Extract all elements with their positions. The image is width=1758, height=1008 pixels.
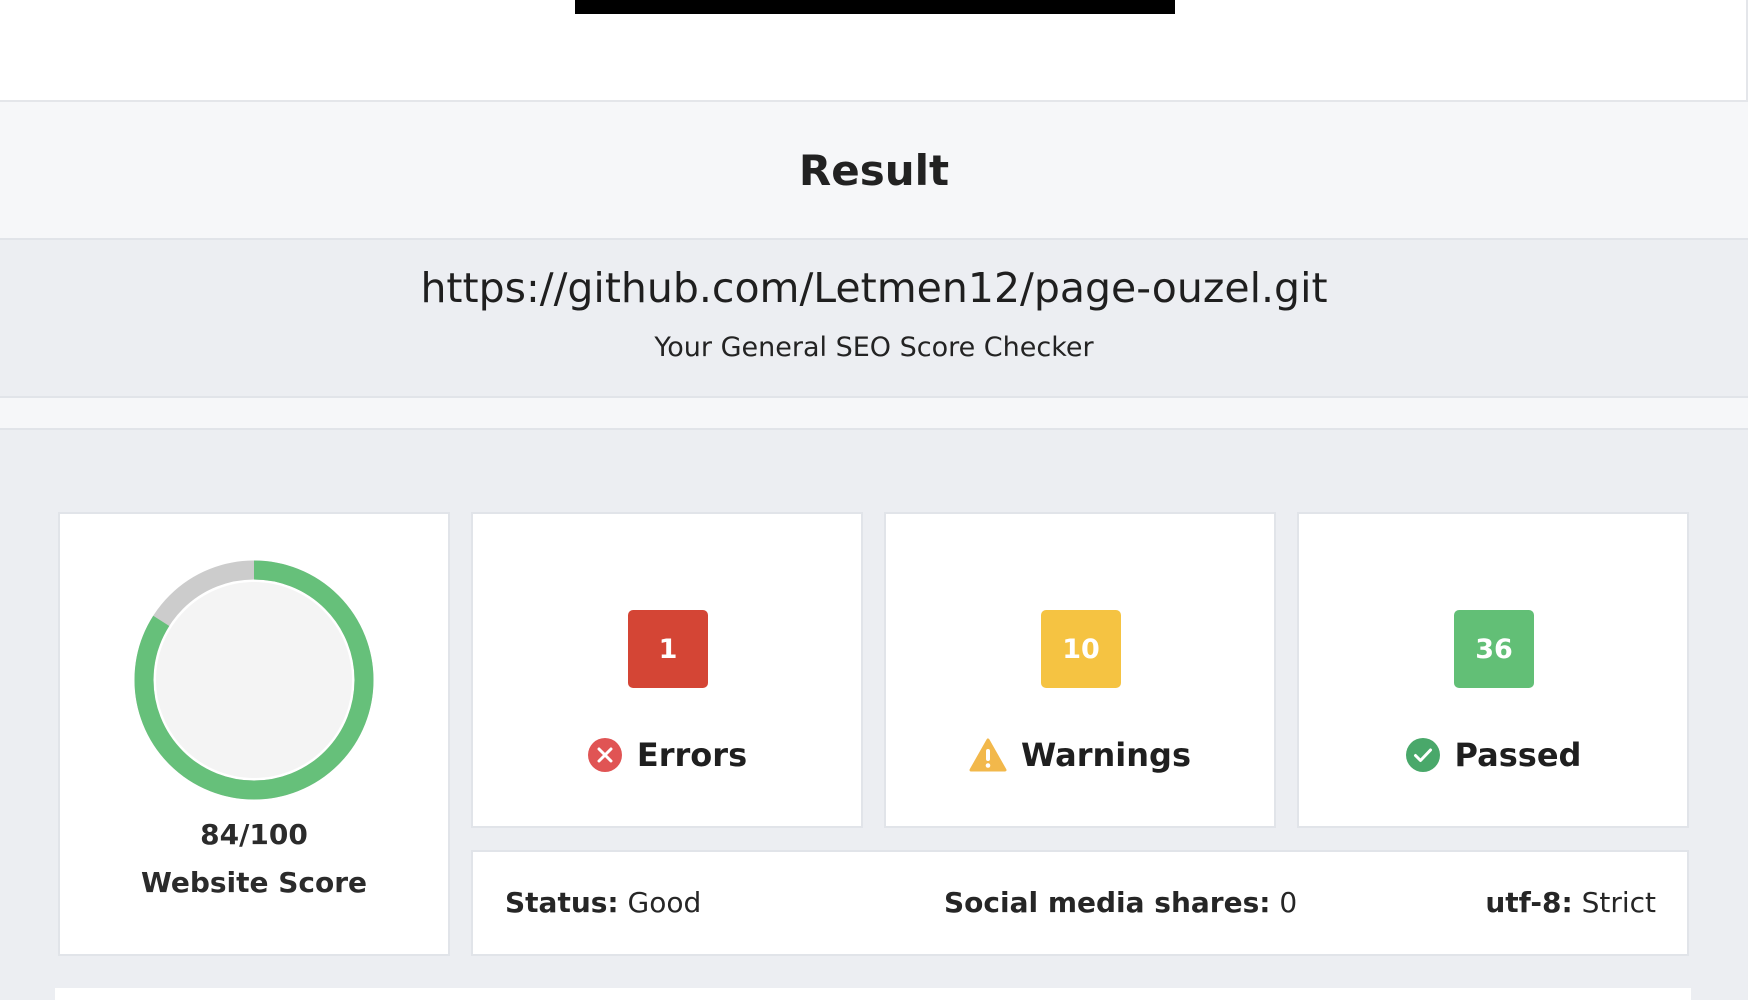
error-x-circle-icon xyxy=(587,738,622,772)
passed-count-badge: 36 xyxy=(1454,610,1534,688)
top-panel xyxy=(0,0,1748,102)
warnings-count-badge: 10 xyxy=(1041,610,1121,688)
errors-label: Errors xyxy=(636,736,748,774)
score-value: 84/100 xyxy=(200,818,308,851)
top-black-bar xyxy=(575,0,1175,14)
encoding-info: utf-8: Strict xyxy=(1485,886,1656,919)
status-info: Status: Good xyxy=(505,886,701,919)
passed-label: Passed xyxy=(1454,736,1582,774)
website-score-card: 84/100 Website Score xyxy=(58,512,450,956)
section-divider xyxy=(0,398,1748,430)
result-title: Result xyxy=(798,145,950,195)
warnings-label-row: Warnings xyxy=(886,736,1274,774)
social-shares-info: Social media shares: 0 xyxy=(944,886,1297,919)
result-header: Result xyxy=(0,102,1748,238)
warning-triangle-icon xyxy=(969,738,1007,772)
score-progress-ring xyxy=(134,560,374,800)
score-dashboard: 84/100 Website Score 1 Errors 10 Warning… xyxy=(0,430,1748,1008)
encoding-label: utf-8: xyxy=(1485,886,1573,919)
check-circle-icon xyxy=(1405,738,1440,772)
score-ring-center xyxy=(156,582,352,778)
errors-card[interactable]: 1 Errors xyxy=(471,512,863,828)
encoding-value: Strict xyxy=(1581,886,1656,919)
warnings-card[interactable]: 10 Warnings xyxy=(884,512,1276,828)
errors-label-row: Errors xyxy=(473,736,861,774)
seo-checker-subtitle: Your General SEO Score Checker xyxy=(654,332,1094,363)
checked-url: https://github.com/Letmen12/page-ouzel.g… xyxy=(420,264,1328,312)
social-shares-label: Social media shares: xyxy=(944,886,1271,919)
errors-count-badge: 1 xyxy=(628,610,708,688)
status-value: Good xyxy=(627,886,702,919)
status-label: Status: xyxy=(505,886,619,919)
score-label: Website Score xyxy=(140,866,368,899)
next-section-card xyxy=(55,988,1691,1008)
passed-label-row: Passed xyxy=(1299,736,1687,774)
warnings-label: Warnings xyxy=(1020,736,1191,774)
passed-card[interactable]: 36 Passed xyxy=(1297,512,1689,828)
url-panel: https://github.com/Letmen12/page-ouzel.g… xyxy=(0,238,1748,398)
social-shares-value: 0 xyxy=(1279,886,1298,919)
site-info-card: Status: Good Social media shares: 0 utf-… xyxy=(471,850,1689,956)
